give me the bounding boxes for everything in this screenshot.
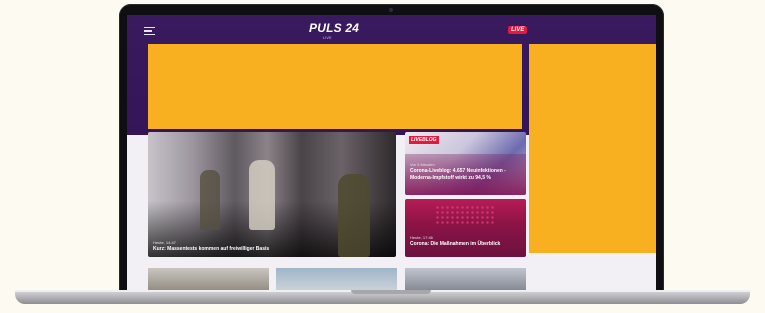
hero-article-title[interactable]: Kurz: Massentests kommen auf freiwillige… bbox=[153, 246, 388, 253]
laptop-bezel: PULS 24 LIVE LIVE Heute, 14:47 Kurz: Mas… bbox=[119, 4, 664, 296]
camera-icon bbox=[389, 8, 393, 12]
liveblog-article-meta: Vor 9 Minuten bbox=[410, 162, 435, 167]
article-image-pattern bbox=[435, 205, 495, 225]
ad-banner-main[interactable] bbox=[148, 44, 522, 129]
hero-image-figure bbox=[338, 174, 370, 257]
liveblog-article-card[interactable]: LIVEBLOG Vor 9 Minuten Corona-Liveblog: … bbox=[405, 132, 526, 195]
logo-subtitle: LIVE bbox=[323, 36, 332, 40]
live-button[interactable]: LIVE bbox=[508, 26, 528, 34]
measures-article-title[interactable]: Corona: Die Maßnahmen im Überblick bbox=[410, 241, 518, 248]
hero-article-meta: Heute, 14:47 bbox=[153, 240, 176, 245]
measures-article-meta: Heute, 17:46 bbox=[410, 235, 433, 240]
hero-image-figure bbox=[249, 160, 275, 230]
hero-article-card[interactable]: Heute, 14:47 Kurz: Massentests kommen au… bbox=[148, 132, 396, 257]
ad-banner-side[interactable] bbox=[529, 44, 656, 253]
liveblog-badge: LIVEBLOG bbox=[409, 136, 439, 144]
hero-image-figure bbox=[200, 170, 220, 230]
site-logo[interactable]: PULS 24 bbox=[309, 21, 359, 35]
laptop-screen: PULS 24 LIVE LIVE Heute, 14:47 Kurz: Mas… bbox=[127, 15, 656, 294]
liveblog-article-title[interactable]: Corona-Liveblog: 4.657 Neuinfektionen - … bbox=[410, 168, 518, 181]
hamburger-icon[interactable] bbox=[144, 27, 155, 36]
measures-article-card[interactable]: Heute, 17:46 Corona: Die Maßnahmen im Üb… bbox=[405, 199, 526, 257]
laptop-base bbox=[15, 290, 750, 304]
laptop-notch bbox=[351, 290, 431, 294]
